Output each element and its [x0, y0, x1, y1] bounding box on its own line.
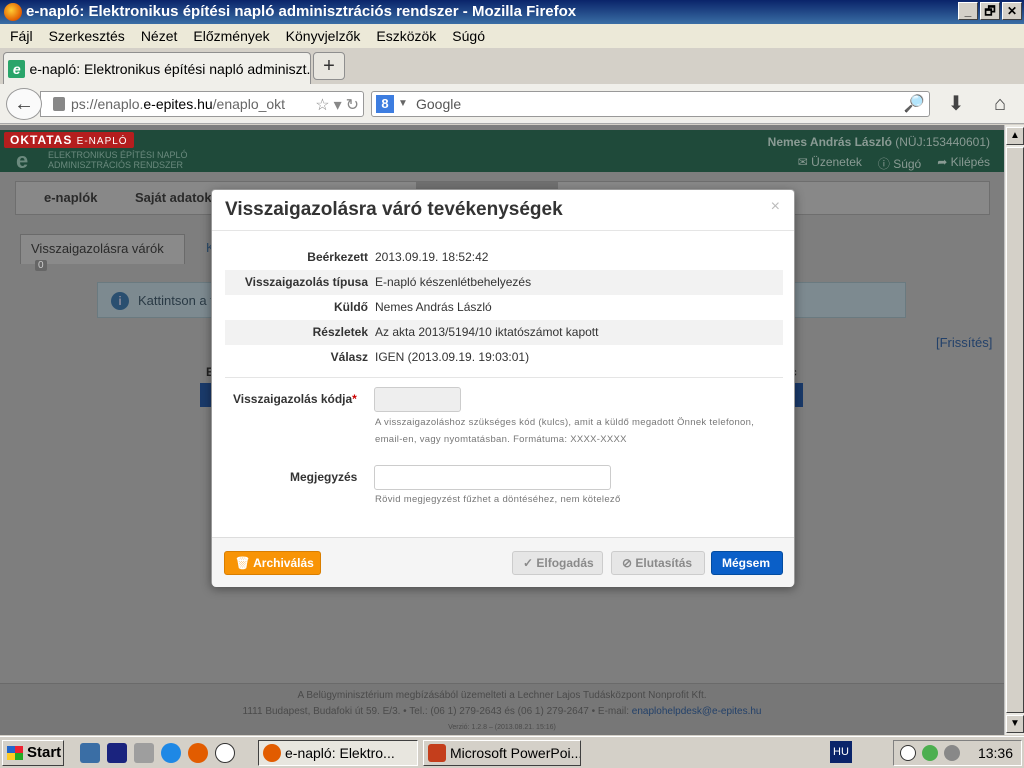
modal-header: Visszaigazolásra váró tevékenységek ×	[212, 190, 794, 231]
nav-item-enaplok[interactable]: e-naplók	[44, 190, 97, 205]
modal-title: Visszaigazolásra váró tevékenységek	[225, 199, 563, 220]
detail-row: Válasz IGEN (2013.09.19. 19:03:01)	[330, 350, 530, 364]
new-tab-button[interactable]: +	[313, 52, 345, 80]
firefox-logo-icon	[4, 3, 22, 21]
taskbar: Start e-napló: Elektro... Microsoft Powe…	[0, 736, 1024, 768]
save-disk-icon[interactable]	[107, 743, 127, 763]
taskbar-powerpoint-button[interactable]: Microsoft PowerPoi...	[423, 740, 581, 766]
site-header: OKTATAS E-NAPLÓ e ELEKTRONIKUS ÉPÍTÉSI N…	[0, 130, 1004, 174]
language-indicator[interactable]: HU	[830, 741, 852, 763]
back-arrow-icon: ←	[14, 93, 34, 115]
scroll-thumb[interactable]	[1006, 147, 1024, 713]
messages-link[interactable]: ✉ Üzenetek	[798, 155, 862, 172]
site-subtitle: ELEKTRONIKUS ÉPÍTÉSI NAPLÓ ADMINISZTRÁCI…	[48, 150, 188, 170]
windows-logo-icon	[7, 746, 23, 760]
code-help-text: A visszaigazoláshoz szükséges kód (kulcs…	[375, 417, 755, 445]
taskbar-firefox-button[interactable]: e-napló: Elektro...	[258, 740, 418, 766]
clock: 13:36	[977, 745, 1013, 761]
url-bar[interactable]: ps://enaplo.e-epites.hu/enaplo_okt ☆ ▾ ↻	[40, 91, 364, 117]
accept-button[interactable]: ✓ Elfogadás	[512, 551, 603, 575]
detail-row: Visszaigazolás típusa E-napló készenlétb…	[225, 270, 783, 295]
note-help-text: Rövid megjegyzést fűzhet a döntéséhez, n…	[375, 494, 621, 505]
reload-icon[interactable]: ↻	[346, 94, 359, 116]
menu-view[interactable]: Nézet	[133, 28, 186, 44]
downloads-icon[interactable]: ⬇	[944, 92, 968, 116]
menu-bookmarks[interactable]: Könyvjelzők	[278, 28, 369, 44]
vertical-scrollbar[interactable]: ▲ ▼	[1004, 125, 1024, 735]
url-suffix: /enaplo_okt	[212, 96, 286, 112]
close-window-button[interactable]: ✕	[1002, 2, 1022, 20]
menu-history[interactable]: Előzmények	[185, 28, 277, 44]
url-host: e-epites.hu	[143, 96, 213, 112]
note-label: Megjegyzés	[290, 470, 358, 484]
internet-explorer-icon[interactable]	[161, 743, 181, 763]
window-title-bar[interactable]: e-napló: Elektronikus építési napló admi…	[0, 0, 1024, 24]
panda-icon[interactable]	[215, 743, 235, 763]
detail-list: Beérkezett 2013.09.19. 18:52:42 Visszaig…	[225, 245, 783, 370]
scroll-down-icon[interactable]: ▼	[1006, 715, 1024, 733]
reject-button[interactable]: ⊘ Elutasítás	[611, 551, 705, 575]
tab-strip: e e-napló: Elektronikus építési napló ad…	[0, 48, 1024, 84]
archive-button[interactable]: 🗑 Archiválás	[224, 551, 321, 575]
site-footer: A Belügyminisztérium megbízásából üzemel…	[0, 683, 1004, 735]
enaplo-favicon-icon: e	[8, 59, 26, 78]
divider	[225, 377, 783, 378]
navigation-bar: ps://enaplo.e-epites.hu/enaplo_okt ☆ ▾ ↻…	[0, 84, 1024, 124]
cancel-button[interactable]: Mégsem	[711, 551, 783, 575]
search-bar[interactable]: 8 ▼ Google 🔎	[371, 91, 930, 117]
url-prefix: ps://enaplo.	[71, 96, 144, 112]
confirmation-modal: Visszaigazolásra váró tevékenységek × Be…	[211, 189, 795, 587]
menu-bar: Fájl Szerkesztés Nézet Előzmények Könyvj…	[0, 24, 1024, 48]
user-name: Nemes András László (NÜJ:153440601)	[767, 135, 990, 149]
minimize-button[interactable]: _	[958, 2, 978, 20]
close-icon[interactable]: ×	[771, 198, 780, 216]
count-badge: 0	[35, 260, 47, 271]
site-logo[interactable]: e	[16, 148, 28, 174]
confirmation-code-input[interactable]	[374, 387, 461, 412]
search-magnifier-icon[interactable]: 🔎	[904, 92, 925, 116]
scroll-up-icon[interactable]: ▲	[1006, 127, 1024, 145]
home-icon[interactable]: ⌂	[988, 92, 1012, 116]
refresh-link[interactable]: [Frissítés]	[936, 335, 992, 350]
firefox-quicklaunch-icon[interactable]	[188, 743, 208, 763]
menu-help[interactable]: Súgó	[444, 28, 493, 44]
window-title: e-napló: Elektronikus építési napló admi…	[26, 3, 577, 20]
logout-link[interactable]: ➦ Kilépés	[937, 155, 990, 172]
modal-footer: 🗑 Archiválás ✓ Elfogadás ⊘ Elutasítás Mé…	[212, 537, 794, 587]
calculator-icon[interactable]	[134, 743, 154, 763]
tab-label: e-napló: Elektronikus építési napló admi…	[29, 60, 310, 77]
oktatas-badge: OKTATAS E-NAPLÓ	[4, 132, 134, 148]
panda-tray-icon[interactable]	[900, 745, 916, 761]
help-link[interactable]: ⓘ Súgó	[878, 155, 921, 172]
lock-icon	[53, 97, 65, 111]
detail-row: Küldő Nemes András László	[334, 300, 492, 314]
tab-visszaigazolasra-varok[interactable]: Visszaigazolásra várók0	[20, 234, 185, 271]
back-button[interactable]: ←	[6, 88, 42, 120]
volume-tray-icon[interactable]	[944, 745, 960, 761]
detail-row: Részletek Az akta 2013/5194/10 iktatószá…	[225, 320, 783, 345]
menu-tools[interactable]: Eszközök	[368, 28, 444, 44]
info-text: Kattintson a ta	[138, 293, 222, 308]
info-icon: i	[111, 292, 129, 310]
restore-button[interactable]: 🗗	[980, 2, 1000, 20]
google-engine-icon[interactable]: 8	[376, 95, 394, 113]
detail-row: Beérkezett 2013.09.19. 18:52:42	[307, 250, 489, 264]
menu-file[interactable]: Fájl	[2, 28, 41, 44]
menu-edit[interactable]: Szerkesztés	[41, 28, 133, 44]
system-tray: 13:36	[893, 740, 1022, 766]
start-button[interactable]: Start	[2, 740, 64, 766]
helpdesk-email-link[interactable]: enaplohelpdesk@e-epites.hu	[632, 706, 762, 717]
browser-tab[interactable]: e e-napló: Elektronikus építési napló ad…	[3, 52, 311, 84]
bookmark-star-icon[interactable]: ☆	[315, 94, 329, 116]
powerpoint-icon	[428, 744, 446, 762]
engine-dropdown-icon[interactable]: ▼	[398, 92, 408, 116]
note-input[interactable]	[374, 465, 611, 490]
media-player-icon[interactable]	[80, 743, 100, 763]
network-tray-icon[interactable]	[922, 745, 938, 761]
firefox-task-icon	[263, 744, 281, 762]
nav-item-sajat-adatok[interactable]: Saját adatok	[135, 190, 212, 205]
search-placeholder: Google	[416, 96, 462, 112]
url-dropdown-icon[interactable]: ▾	[334, 94, 342, 116]
code-label: Visszaigazolás kódja*	[233, 392, 357, 406]
